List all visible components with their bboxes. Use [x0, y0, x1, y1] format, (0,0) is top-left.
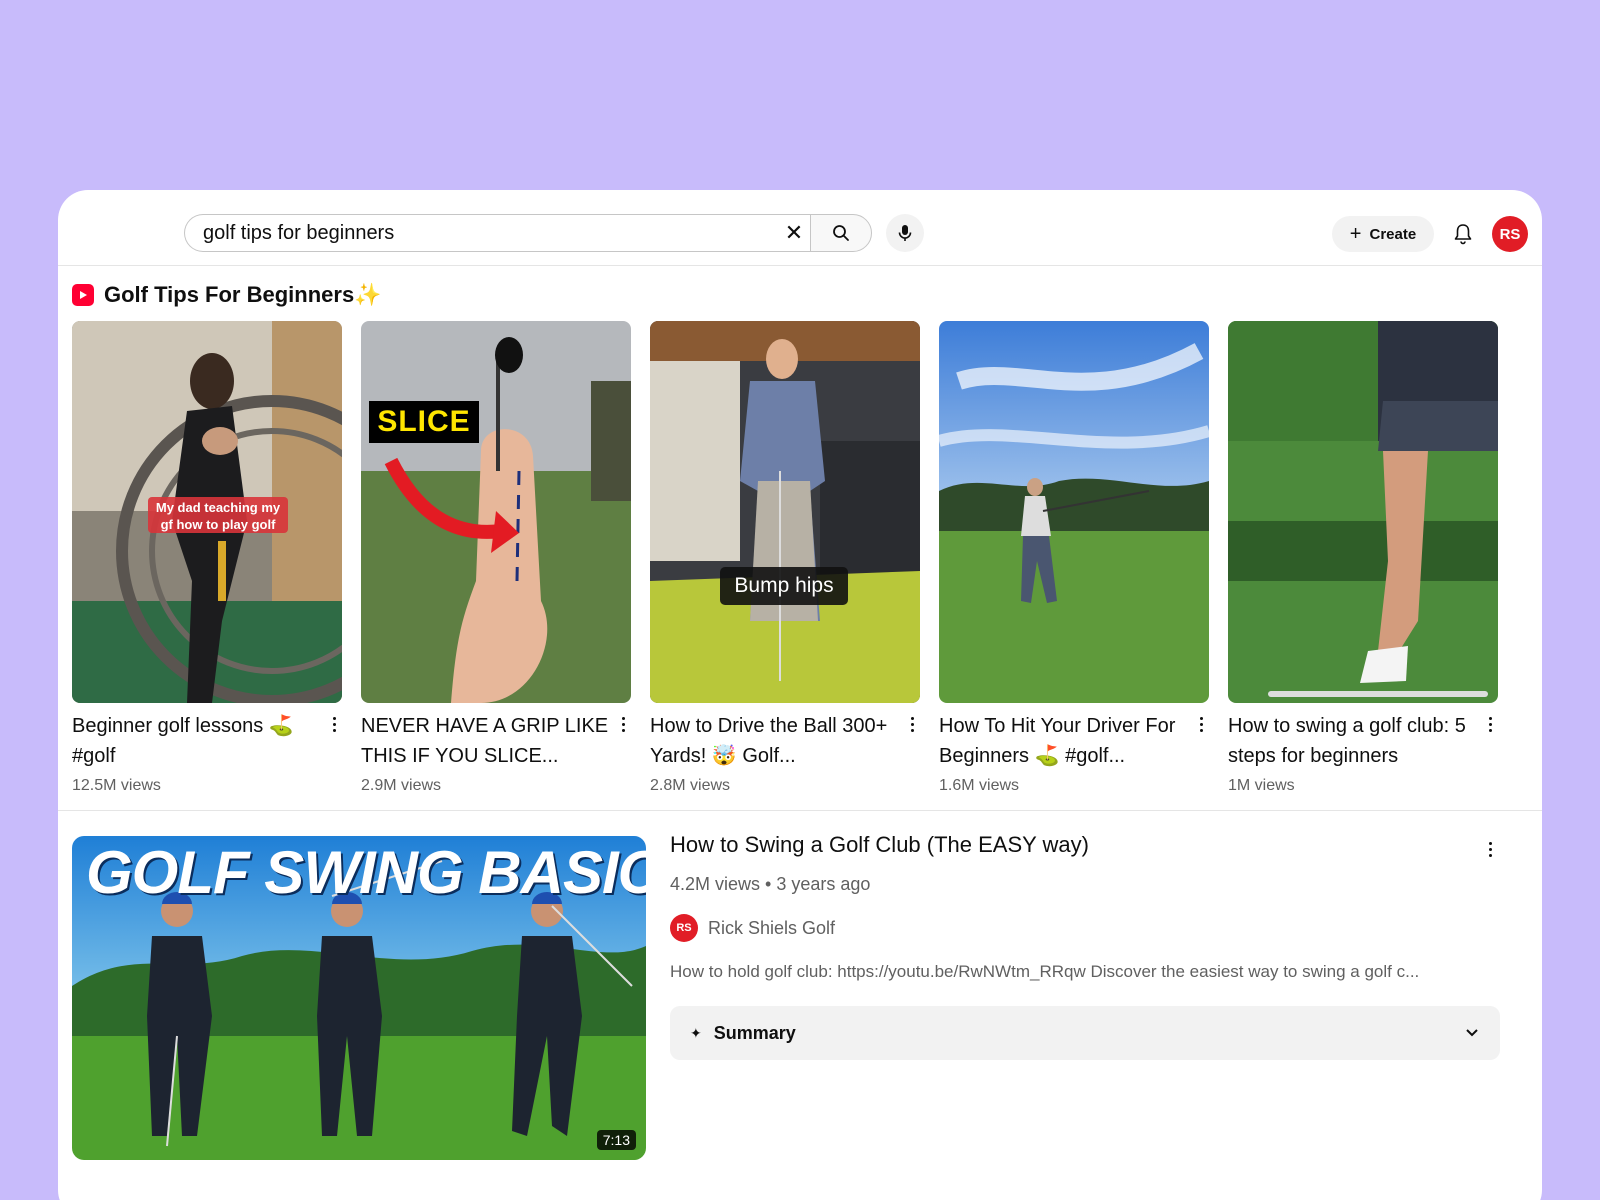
- voice-search-button[interactable]: [886, 214, 924, 252]
- short-thumbnail[interactable]: SLICE: [361, 321, 631, 703]
- more-options-icon[interactable]: [1193, 713, 1209, 735]
- chevron-down-icon: [1466, 1029, 1478, 1037]
- browser-window: golf tips for beginners ✕ + Create RS Go…: [58, 190, 1542, 1200]
- more-options-icon[interactable]: [904, 713, 920, 735]
- short-card[interactable]: Bump hips How to Drive the Ball 300+ Yar…: [650, 321, 920, 801]
- channel-avatar[interactable]: RS: [670, 914, 698, 942]
- more-options-icon[interactable]: [615, 713, 631, 735]
- video-thumbnail[interactable]: GOLF SWING BASICS 7:13: [72, 836, 646, 1160]
- search-input[interactable]: golf tips for beginners ✕: [184, 214, 814, 252]
- short-views: 12.5M views: [72, 777, 161, 794]
- thumbnail-overlay-text: My dad teaching my gf how to play golf: [155, 500, 281, 532]
- section-divider: [58, 810, 1542, 811]
- search-icon: [833, 225, 849, 241]
- plus-icon: +: [1349, 223, 1362, 245]
- video-description: How to hold golf club: https://youtu.be/…: [670, 962, 1420, 981]
- short-thumbnail[interactable]: Bump hips: [650, 321, 920, 703]
- short-card[interactable]: SLICE NEVER HAVE A GRIP LIKE THIS IF YOU…: [361, 321, 631, 801]
- notifications-button[interactable]: [1450, 220, 1476, 248]
- more-options-icon[interactable]: [1482, 838, 1498, 860]
- mic-icon: [898, 225, 912, 241]
- create-label: Create: [1369, 225, 1417, 243]
- shorts-section-header: Golf Tips For Beginners✨: [72, 280, 382, 310]
- summary-expander[interactable]: ✦ Summary: [670, 1006, 1500, 1060]
- search-query[interactable]: golf tips for beginners: [203, 222, 774, 245]
- bell-icon: [1454, 224, 1472, 245]
- sparkle-icon: ✦: [690, 1024, 702, 1041]
- short-title[interactable]: How to swing a golf club: 5 steps for be…: [1228, 711, 1478, 771]
- duration-badge: 7:13: [596, 1130, 636, 1150]
- short-views: 1M views: [1228, 777, 1295, 794]
- channel-name[interactable]: Rick Shiels Golf: [708, 918, 835, 939]
- short-title[interactable]: How To Hit Your Driver For Beginners ⛳ #…: [939, 711, 1189, 771]
- short-title[interactable]: Beginner golf lessons ⛳ #golf: [72, 711, 322, 771]
- search-button[interactable]: [810, 214, 872, 252]
- thumbnail-overlay-text: Bump hips: [734, 574, 834, 597]
- section-title: Golf Tips For Beginners✨: [104, 282, 382, 307]
- channel-link[interactable]: RS Rick Shiels Golf: [670, 914, 835, 942]
- more-options-icon[interactable]: [1482, 713, 1498, 735]
- summary-label: Summary: [713, 1022, 796, 1043]
- short-card[interactable]: How to swing a golf club: 5 steps for be…: [1228, 321, 1498, 801]
- avatar-initials: RS: [1499, 225, 1521, 243]
- shorts-logo-icon: [72, 284, 94, 306]
- short-title[interactable]: NEVER HAVE A GRIP LIKE THIS IF YOU SLICE…: [361, 711, 611, 771]
- thumbnail-overlay-text: SLICE: [377, 405, 471, 438]
- short-thumbnail[interactable]: [1228, 321, 1498, 703]
- shorts-row: My dad teaching my gf how to play golf B…: [72, 321, 1528, 801]
- video-title[interactable]: How to Swing a Golf Club (The EASY way): [670, 832, 1089, 858]
- short-views: 2.8M views: [650, 777, 731, 794]
- top-bar: golf tips for beginners ✕ + Create RS: [58, 190, 1542, 266]
- close-icon[interactable]: ✕: [774, 215, 814, 251]
- short-thumbnail[interactable]: My dad teaching my gf how to play golf: [72, 321, 342, 703]
- create-button[interactable]: + Create: [1332, 216, 1434, 252]
- avatar[interactable]: RS: [1492, 216, 1528, 252]
- thumbnail-title-text: GOLF SWING BASICS: [86, 839, 646, 906]
- short-card[interactable]: My dad teaching my gf how to play golf B…: [72, 321, 342, 801]
- short-views: 1.6M views: [939, 777, 1020, 794]
- short-thumbnail[interactable]: [939, 321, 1209, 703]
- video-meta: 4.2M views • 3 years ago: [670, 874, 871, 894]
- short-views: 2.9M views: [361, 777, 442, 794]
- short-title[interactable]: How to Drive the Ball 300+ Yards! 🤯 Golf…: [650, 711, 900, 771]
- short-card[interactable]: How To Hit Your Driver For Beginners ⛳ #…: [939, 321, 1209, 801]
- more-options-icon[interactable]: [326, 713, 342, 735]
- sparkle-icon: ✨: [354, 282, 382, 307]
